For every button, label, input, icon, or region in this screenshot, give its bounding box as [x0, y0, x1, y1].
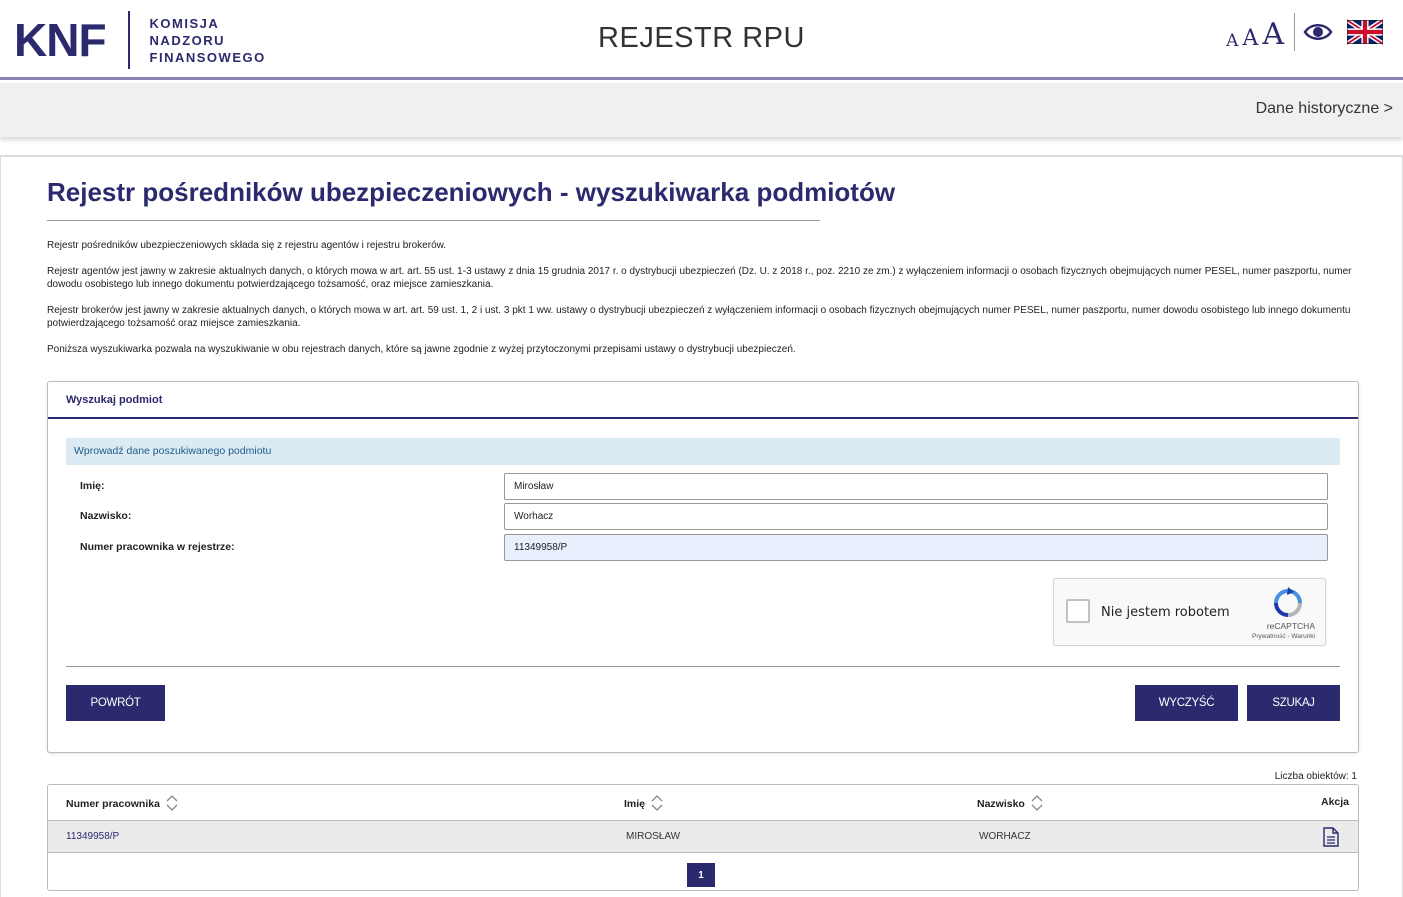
last-name-label: Nazwisko: — [80, 510, 132, 522]
historic-data-link[interactable]: Dane historyczne > — [1256, 100, 1393, 118]
intro-paragraph-4: Poniższa wyszukiwarka pozwala na wyszuki… — [47, 344, 796, 355]
pagination-page-1[interactable]: 1 — [687, 863, 715, 887]
back-button[interactable]: POWRÓT — [66, 685, 165, 721]
document-icon[interactable] — [1322, 827, 1340, 847]
clear-button[interactable]: WYCZYŚĆ — [1135, 685, 1238, 721]
recaptcha-logo-icon — [1274, 587, 1302, 617]
sort-icon[interactable] — [651, 794, 663, 812]
cell-first-name: MIROSŁAW — [626, 831, 681, 842]
intro-paragraph-1: Rejestr pośredników ubezpieczeniowych sk… — [47, 240, 447, 251]
sub-navigation-bar: Dane historyczne > — [0, 83, 1403, 137]
eye-icon[interactable] — [1303, 21, 1333, 43]
column-header-action: Akcja — [1321, 796, 1349, 808]
results-table: Numer pracownika Imię Nazwisko Akcja 113… — [47, 784, 1359, 891]
column-header-last-name[interactable]: Nazwisko — [977, 794, 1043, 812]
recaptcha-links[interactable]: Prywatność - Warunki — [1252, 633, 1315, 640]
uk-flag-icon[interactable] — [1347, 19, 1383, 45]
object-count: Liczba obiektów: 1 — [1274, 771, 1357, 782]
search-panel-title: Wyszukaj podmiot — [48, 382, 1358, 419]
tools-divider — [1294, 13, 1295, 51]
recaptcha-widget: Nie jestem robotem reCAPTCHA Prywatność … — [1053, 578, 1326, 646]
font-size-medium-button[interactable]: A — [1242, 28, 1258, 50]
employee-number-label: Numer pracownika w rejestrze: — [80, 541, 235, 553]
intro-paragraph-3: Rejestr brokerów jest jawny w zakresie a… — [47, 305, 1351, 329]
app-title: REJESTR RPU — [598, 22, 805, 54]
first-name-input[interactable]: Mirosław — [504, 473, 1328, 500]
form-info-banner: Wprowadź dane poszukiwanego podmiotu — [66, 438, 1340, 465]
top-header: KNF KOMISJA NADZORU FINANSOWEGO REJESTR … — [0, 0, 1403, 80]
recaptcha-label: Nie jestem robotem — [1101, 605, 1230, 620]
column-header-first-name[interactable]: Imię — [624, 794, 663, 812]
results-header: Numer pracownika Imię Nazwisko Akcja — [48, 785, 1358, 821]
font-size-small-button[interactable]: A — [1226, 33, 1238, 50]
sort-icon[interactable] — [166, 794, 178, 812]
sort-icon[interactable] — [1031, 794, 1043, 812]
column-header-label: Nazwisko — [977, 798, 1025, 810]
intro-text: Rejestr pośredników ubezpieczeniowych sk… — [47, 239, 1357, 369]
employee-number-input[interactable]: 11349958/P — [504, 534, 1328, 561]
column-header-label: Imię — [624, 798, 646, 810]
panel-divider — [66, 666, 1340, 667]
employee-number-row: Numer pracownika w rejestrze: 11349958/P — [80, 534, 1328, 561]
main-content: Rejestr pośredników ubezpieczeniowych - … — [0, 155, 1403, 897]
search-button[interactable]: SZUKAJ — [1247, 685, 1340, 721]
cell-last-name: WORHACZ — [979, 831, 1031, 842]
font-size-large-button[interactable]: A — [1262, 20, 1284, 50]
first-name-row: Imię: Mirosław — [80, 473, 1328, 500]
page-title: Rejestr pośredników ubezpieczeniowych - … — [47, 177, 895, 221]
cell-employee-number[interactable]: 11349958/P — [66, 831, 119, 842]
column-header-employee-number[interactable]: Numer pracownika — [66, 794, 178, 812]
column-header-label: Akcja — [1321, 796, 1350, 808]
first-name-label: Imię: — [80, 480, 105, 492]
recaptcha-brand: reCAPTCHA — [1266, 621, 1315, 631]
last-name-row: Nazwisko: Worhacz — [80, 503, 1328, 530]
header-tools: A A A — [1226, 13, 1383, 51]
recaptcha-checkbox[interactable] — [1066, 599, 1090, 623]
column-header-label: Numer pracownika — [66, 798, 160, 810]
table-row[interactable]: 11349958/P MIROSŁAW WORHACZ — [48, 821, 1358, 853]
search-panel: Wyszukaj podmiot Wprowadź dane poszukiwa… — [47, 381, 1359, 753]
last-name-input[interactable]: Worhacz — [504, 503, 1328, 530]
intro-paragraph-2: Rejestr agentów jest jawny w zakresie ak… — [47, 266, 1352, 290]
